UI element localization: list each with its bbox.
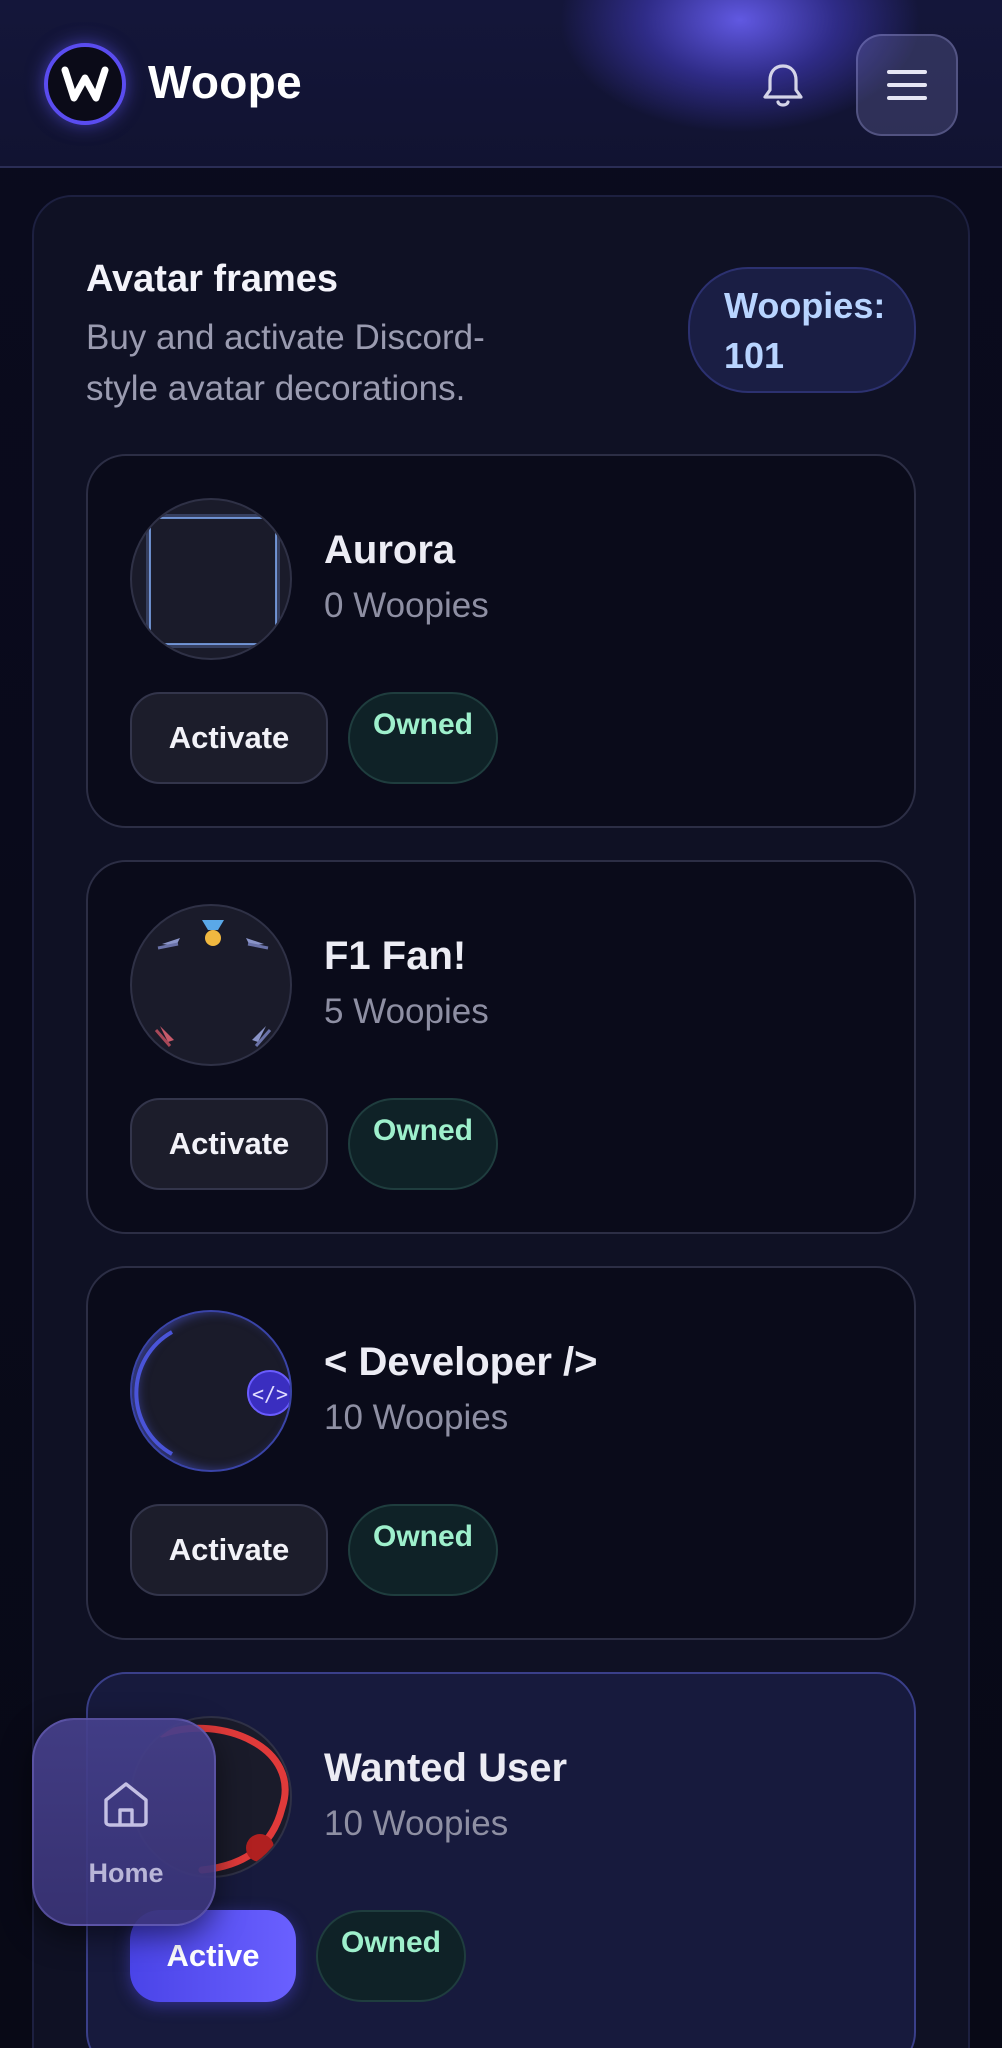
- svg-text:</>: </>: [252, 1382, 288, 1406]
- f1-frame-icon: [154, 920, 272, 1047]
- activate-button[interactable]: Activate: [130, 1098, 328, 1190]
- frame-price: 10 Woopies: [324, 1804, 509, 1843]
- frame-card-aurora: Aurora 0 Woopies Activate Owned: [86, 454, 916, 828]
- frame-price: 10 Woopies: [324, 1398, 509, 1437]
- top-header: Woope: [0, 0, 1002, 168]
- page-title: Avatar frames: [86, 258, 339, 300]
- woope-logo[interactable]: [44, 43, 126, 125]
- menu-button[interactable]: [856, 34, 958, 136]
- frame-price: 5 Woopies: [324, 992, 489, 1031]
- woopies-value: 101: [724, 335, 785, 376]
- frame-card-f1-fan: F1 Fan! 5 Woopies Activate Owned: [86, 860, 916, 1234]
- home-label: Home: [88, 1858, 164, 1888]
- woopies-label: Woopies:: [724, 285, 886, 326]
- home-nav-button[interactable]: Home: [32, 1718, 216, 1926]
- app-page: Woope Avatar frames Buy and activate Dis…: [0, 0, 1002, 2048]
- frame-card-developer: </> < Developer /> 10 Woopies Activate O…: [86, 1266, 916, 1640]
- frame-name: < Developer />: [324, 1340, 598, 1384]
- page-subtitle: Buy and activate Discord-style avatar de…: [86, 318, 485, 408]
- frame-name: Aurora: [324, 528, 456, 572]
- activate-button[interactable]: Activate: [130, 692, 328, 784]
- frame-name: F1 Fan!: [324, 934, 467, 978]
- owned-badge: Owned: [348, 1098, 498, 1190]
- home-icon: [104, 1782, 148, 1827]
- activate-button[interactable]: Activate: [130, 1504, 328, 1596]
- menu-icon: [887, 70, 927, 100]
- owned-badge: Owned: [348, 692, 498, 784]
- aurora-frame-icon: [146, 514, 280, 648]
- frame-preview-aurora: [130, 498, 292, 660]
- owned-badge: Owned: [348, 1504, 498, 1596]
- frame-price: 0 Woopies: [324, 586, 489, 625]
- woopies-balance-badge: Woopies: 101: [688, 267, 916, 393]
- w-logo-icon: [61, 66, 109, 102]
- developer-frame-icon: </>: [134, 1330, 290, 1456]
- frame-name: Wanted User: [324, 1746, 568, 1790]
- owned-badge: Owned: [316, 1910, 466, 2002]
- frame-preview-developer: </>: [130, 1310, 292, 1472]
- bell-icon[interactable]: [760, 60, 806, 110]
- brand-name: Woope: [148, 56, 302, 108]
- frame-preview-f1-fan: [130, 904, 292, 1066]
